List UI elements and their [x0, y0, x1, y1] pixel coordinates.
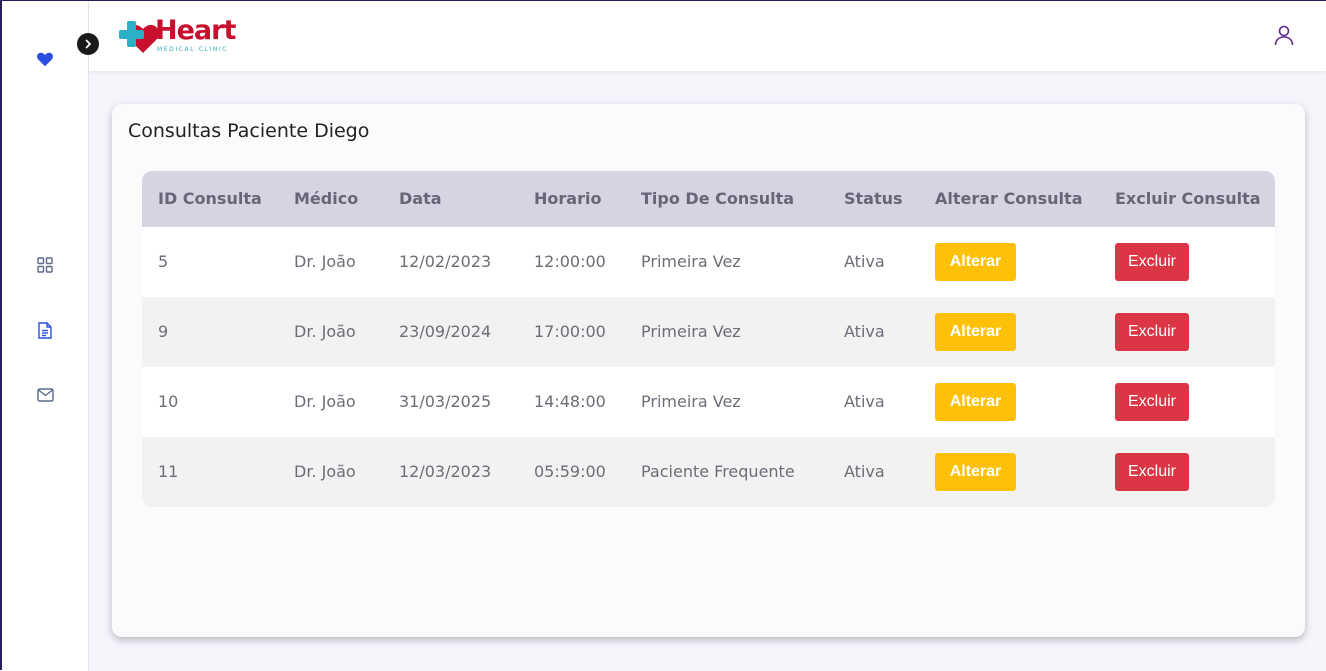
cell-id: 9 — [158, 322, 169, 341]
cell-data: 12/03/2023 — [399, 462, 492, 481]
alterar-button[interactable]: Alterar — [935, 243, 1016, 281]
table-header: ID Consulta Médico Data Horario Tipo De … — [142, 171, 1275, 227]
table-row: 9 Dr. João 23/09/2024 17:00:00 Primeira … — [142, 297, 1275, 367]
cell-tipo: Primeira Vez — [641, 322, 741, 341]
header-id-consulta: ID Consulta — [158, 189, 262, 208]
cell-horario: 05:59:00 — [534, 462, 606, 481]
cell-medico: Dr. João — [294, 322, 356, 341]
table-row: 11 Dr. João 12/03/2023 05:59:00 Paciente… — [142, 437, 1275, 507]
cell-id: 11 — [158, 462, 179, 481]
document-icon[interactable] — [35, 320, 55, 340]
header-excluir-consulta: Excluir Consulta — [1115, 189, 1261, 208]
excluir-button[interactable]: Excluir — [1115, 383, 1189, 421]
cell-horario: 12:00:00 — [534, 252, 606, 271]
cell-data: 31/03/2025 — [399, 392, 492, 411]
cell-tipo: Primeira Vez — [641, 392, 741, 411]
cell-status: Ativa — [844, 462, 885, 481]
alterar-button[interactable]: Alterar — [935, 383, 1016, 421]
excluir-button[interactable]: Excluir — [1115, 313, 1189, 351]
page-title: Consultas Paciente Diego — [128, 120, 370, 142]
cell-horario: 14:48:00 — [534, 392, 606, 411]
sidebar — [2, 1, 89, 671]
header-horario: Horario — [534, 189, 602, 208]
table-row: 5 Dr. João 12/02/2023 12:00:00 Primeira … — [142, 227, 1275, 297]
cell-id: 10 — [158, 392, 179, 411]
alterar-button[interactable]: Alterar — [935, 313, 1016, 351]
header-alterar-consulta: Alterar Consulta — [935, 189, 1083, 208]
consultas-table: ID Consulta Médico Data Horario Tipo De … — [142, 171, 1275, 507]
header-status: Status — [844, 189, 903, 208]
logo-subtitle: MEDICAL CLINIC — [157, 46, 229, 53]
cell-tipo: Paciente Frequente — [641, 462, 795, 481]
chevron-right-icon — [85, 39, 91, 49]
header-data: Data — [399, 189, 442, 208]
cell-id: 5 — [158, 252, 169, 271]
mail-icon[interactable] — [35, 385, 55, 405]
cell-status: Ativa — [844, 392, 885, 411]
header-medico: Médico — [294, 189, 359, 208]
cell-status: Ativa — [844, 252, 885, 271]
grid-icon[interactable] — [35, 255, 55, 275]
excluir-button[interactable]: Excluir — [1115, 453, 1189, 491]
alterar-button[interactable]: Alterar — [935, 453, 1016, 491]
table-row: 10 Dr. João 31/03/2025 14:48:00 Primeira… — [142, 367, 1275, 437]
logo-text: Heart — [155, 15, 236, 46]
cell-medico: Dr. João — [294, 392, 356, 411]
header-tipo-consulta: Tipo De Consulta — [641, 189, 795, 208]
cell-data: 12/02/2023 — [399, 252, 492, 271]
cell-tipo: Primeira Vez — [641, 252, 741, 271]
cell-data: 23/09/2024 — [399, 322, 492, 341]
sidebar-toggle-button[interactable] — [77, 33, 99, 55]
top-bar: Heart MEDICAL CLINIC — [89, 1, 1326, 71]
consultas-card: Consultas Paciente Diego ID Consulta Méd… — [112, 104, 1305, 637]
user-icon[interactable] — [1272, 23, 1296, 47]
cell-status: Ativa — [844, 322, 885, 341]
cell-medico: Dr. João — [294, 252, 356, 271]
logo[interactable]: Heart MEDICAL CLINIC — [119, 15, 239, 57]
excluir-button[interactable]: Excluir — [1115, 243, 1189, 281]
cell-medico: Dr. João — [294, 462, 356, 481]
cell-horario: 17:00:00 — [534, 322, 606, 341]
heart-icon[interactable] — [35, 49, 55, 69]
